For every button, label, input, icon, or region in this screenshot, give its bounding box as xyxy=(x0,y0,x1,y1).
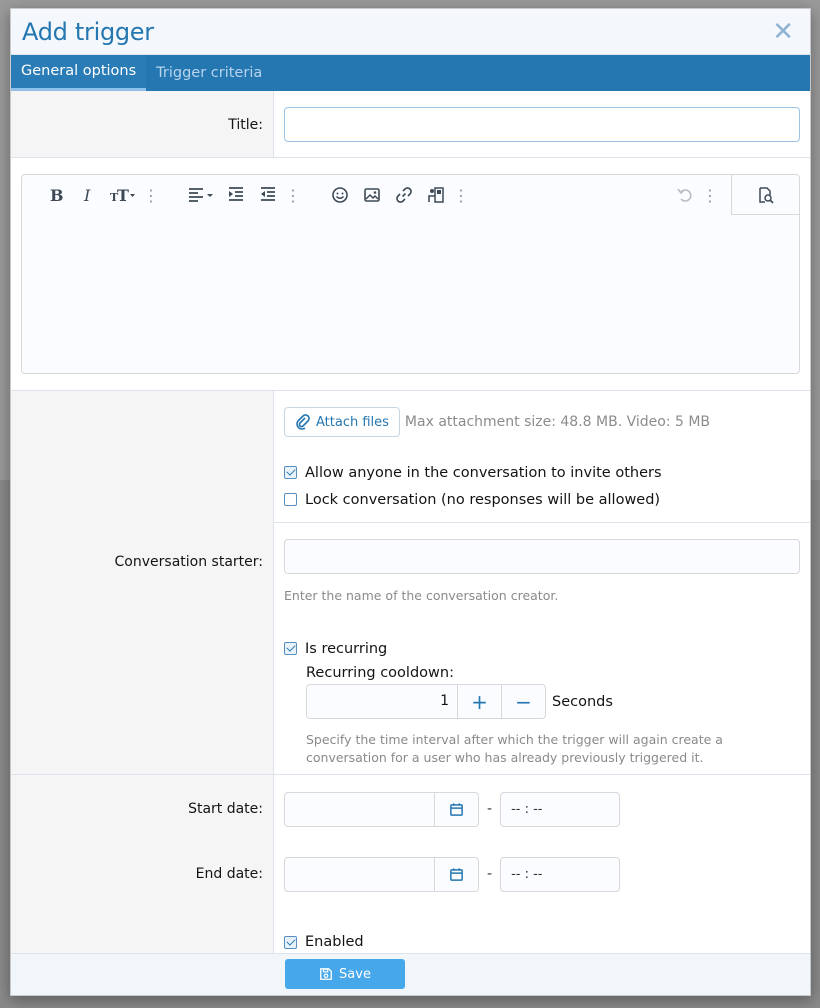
more-paragraph-options-icon[interactable]: ⋮ xyxy=(284,180,302,210)
tab-bar: General options Trigger criteria xyxy=(11,55,810,91)
recurring-hint: Specify the time interval after which th… xyxy=(306,732,723,765)
allow-invite-option: Allow anyone in the conversation to invi… xyxy=(284,459,800,486)
end-time-input[interactable]: -- : -- xyxy=(500,856,621,892)
italic-icon[interactable]: I xyxy=(72,180,104,210)
lock-conversation-option: Lock conversation (no responses will be … xyxy=(284,486,800,513)
enabled-checkbox[interactable] xyxy=(284,935,297,949)
tab-trigger-criteria[interactable]: Trigger criteria xyxy=(146,55,272,91)
calendar-icon[interactable] xyxy=(434,857,478,891)
tab-general-options[interactable]: General options xyxy=(11,55,147,91)
lock-conversation-checkbox[interactable] xyxy=(284,493,297,506)
recurring-cooldown-label: Recurring cooldown: xyxy=(306,665,454,681)
end-date-label: End date: xyxy=(195,866,263,882)
rich-text-editor[interactable]: B I TT ⋮ ⋮ ⋮ ⋮ xyxy=(21,174,800,374)
paperclip-icon xyxy=(296,414,310,430)
start-time-input[interactable]: -- : -- xyxy=(500,791,621,827)
end-date-separator: - xyxy=(487,866,493,882)
title-row: Title: xyxy=(11,91,810,158)
recurring-cooldown-stepper: 1 + − xyxy=(306,684,546,719)
close-icon[interactable]: ✕ xyxy=(772,19,794,45)
undo-icon[interactable] xyxy=(669,180,701,210)
svg-text:T: T xyxy=(117,186,129,204)
outdent-icon[interactable] xyxy=(252,180,284,210)
bold-icon[interactable]: B xyxy=(40,180,72,210)
end-date-picker xyxy=(284,856,479,892)
attachment-size-info: Max attachment size: 48.8 MB. Video: 5 M… xyxy=(404,414,711,430)
decrement-button[interactable]: − xyxy=(501,685,545,718)
options-section: Conversation starter: Attach files Max a… xyxy=(11,391,810,774)
recurring-unit: Seconds xyxy=(552,693,613,710)
is-recurring-option: Is recurring xyxy=(284,635,800,662)
recurring-cooldown-input[interactable]: 1 xyxy=(307,685,457,718)
increment-button[interactable]: + xyxy=(457,685,501,718)
start-date-label: Start date: xyxy=(188,801,263,817)
link-icon[interactable] xyxy=(388,180,420,210)
editor-row: B I TT ⋮ ⋮ ⋮ ⋮ xyxy=(11,158,810,391)
start-date-input[interactable] xyxy=(285,793,434,826)
conversation-starter-input[interactable] xyxy=(284,539,800,574)
indent-icon[interactable] xyxy=(220,180,252,210)
image-icon[interactable] xyxy=(356,180,388,210)
dates-section: Start date: End date: - -- : -- - -- : -… xyxy=(11,775,810,969)
title-label: Title: xyxy=(11,91,274,157)
conversation-starter-label: Conversation starter: xyxy=(114,554,263,570)
dialog-footer: Save xyxy=(11,953,810,995)
enabled-option: Enabled xyxy=(284,929,364,956)
save-button[interactable]: Save xyxy=(285,959,405,989)
dialog-header: Add trigger ✕ xyxy=(11,9,810,55)
title-input[interactable] xyxy=(284,107,800,142)
more-history-options-icon[interactable]: ⋮ xyxy=(701,180,719,210)
more-text-options-icon[interactable]: ⋮ xyxy=(142,180,160,210)
is-recurring-checkbox[interactable] xyxy=(284,642,297,655)
smile-icon[interactable] xyxy=(324,180,356,210)
editor-toolbar: B I TT ⋮ ⋮ ⋮ ⋮ xyxy=(22,175,799,215)
floppy-icon xyxy=(320,968,332,980)
preview-icon[interactable] xyxy=(731,175,799,215)
add-trigger-dialog: Add trigger ✕ General options Trigger cr… xyxy=(10,8,811,996)
end-date-input[interactable] xyxy=(285,858,434,891)
svg-text:B: B xyxy=(50,186,64,204)
svg-text:I: I xyxy=(83,186,91,204)
attachment-row: Attach files Max attachment size: 48.8 M… xyxy=(284,391,800,437)
attach-files-button[interactable]: Attach files xyxy=(284,407,400,437)
start-date-picker xyxy=(284,791,479,827)
text-size-icon[interactable]: TT xyxy=(104,180,142,210)
align-left-icon[interactable] xyxy=(182,180,220,210)
dialog-title: Add trigger xyxy=(22,17,154,46)
allow-invite-checkbox[interactable] xyxy=(284,466,297,479)
start-date-separator: - xyxy=(487,801,493,817)
conversation-starter-hint: Enter the name of the conversation creat… xyxy=(284,588,559,603)
media-icon[interactable] xyxy=(420,180,452,210)
calendar-icon[interactable] xyxy=(434,792,478,826)
more-insert-options-icon[interactable]: ⋮ xyxy=(452,180,470,210)
